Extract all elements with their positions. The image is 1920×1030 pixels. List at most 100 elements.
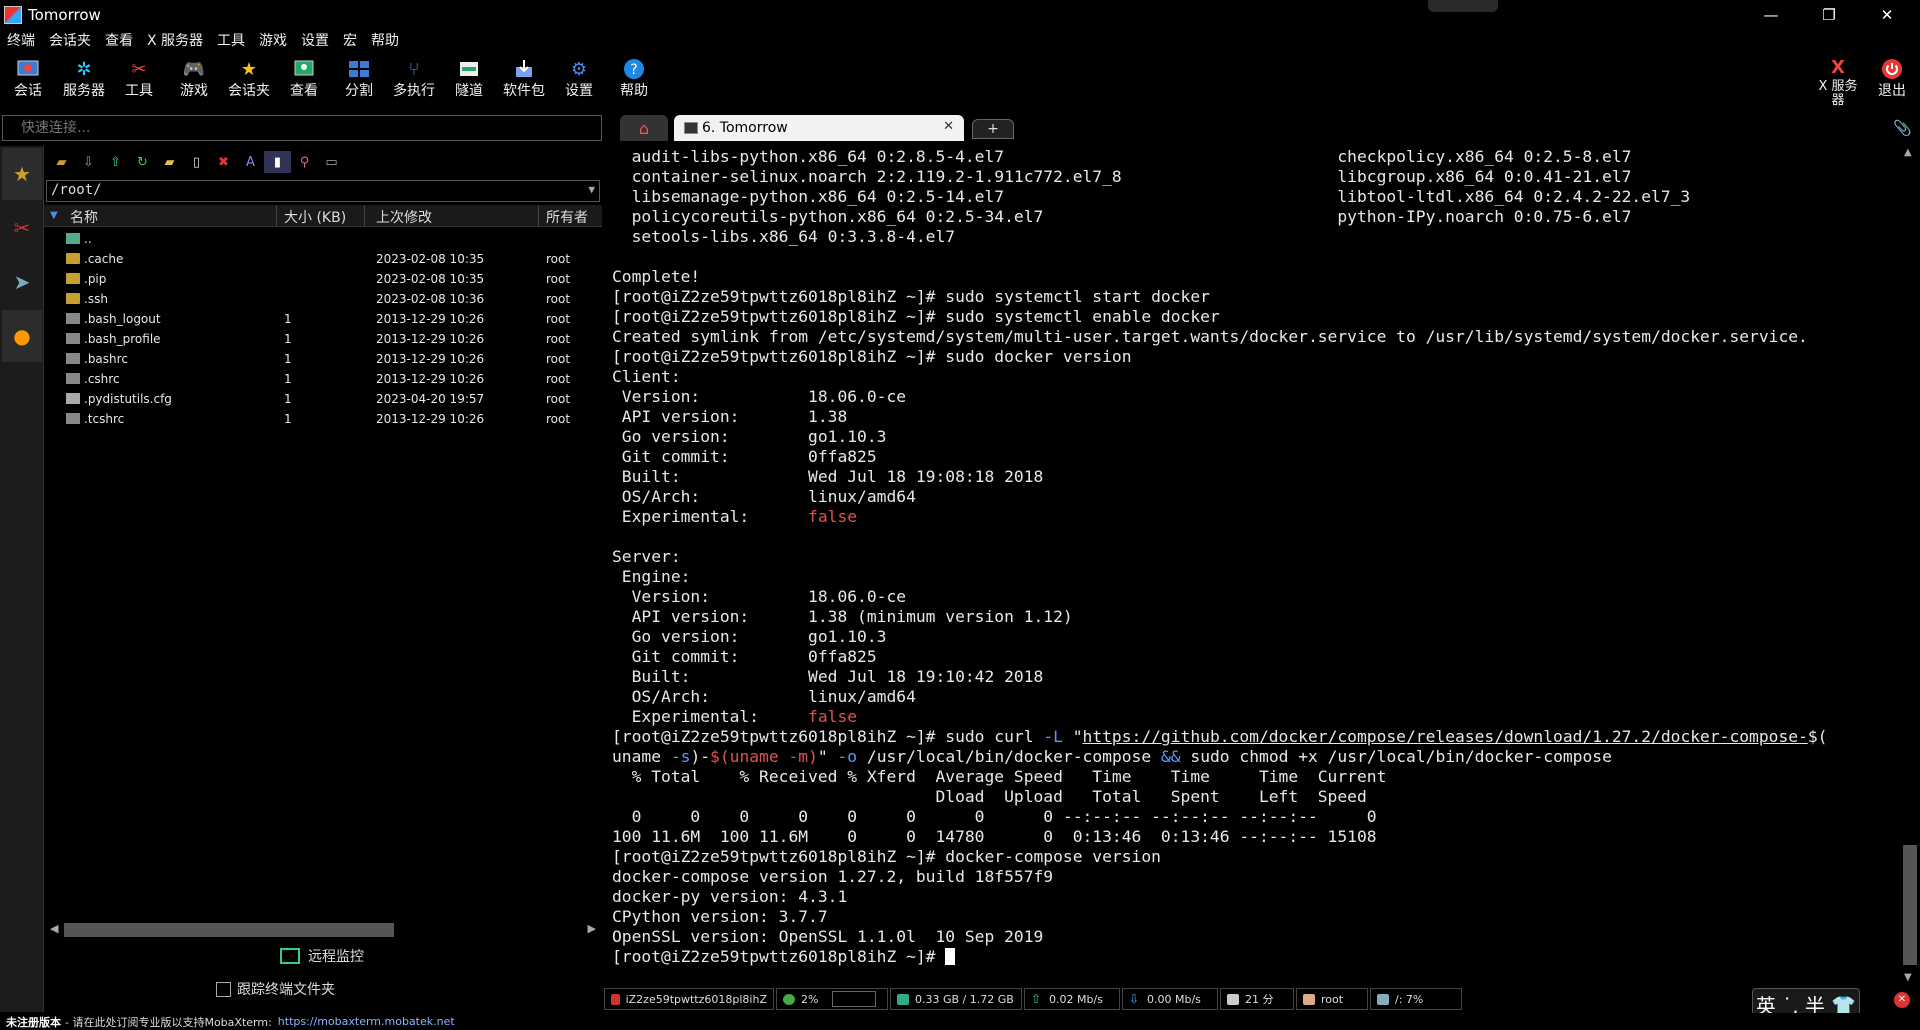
home-tab[interactable]: ⌂	[620, 115, 668, 141]
terminal-line: 100 11.6M 100 11.6M 0 0 14780 0 0:13:46 …	[612, 827, 1377, 846]
file-row[interactable]: .cshrc 1 2013-12-29 10:26 root	[44, 369, 602, 389]
file-row[interactable]: .bash_profile 1 2013-12-29 10:26 root	[44, 329, 602, 349]
close-button[interactable]: ✕	[1858, 0, 1916, 29]
status-uptime: 21 分	[1220, 988, 1294, 1010]
menu-view[interactable]: 查看	[98, 30, 140, 50]
file-list: .. .cache 2023-02-08 10:35 root .pip 2023-0…	[44, 229, 602, 429]
menu-xserver[interactable]: X 服务器	[140, 30, 210, 50]
servers-button[interactable]: ✲ 服务器	[56, 52, 112, 106]
status-download: ⇩ 0.00 Mb/s	[1122, 988, 1218, 1010]
show-hidden-icon[interactable]: ▮	[264, 151, 291, 173]
file-row[interactable]: ..	[44, 229, 602, 249]
paperclip-icon[interactable]: 📎	[1893, 119, 1912, 137]
file-row[interactable]: .bashrc 1 2013-12-29 10:26 root	[44, 349, 602, 369]
tunnel-button[interactable]: 隧道	[441, 52, 497, 106]
follow-terminal-folder-checkbox[interactable]: 跟踪终端文件夹	[216, 979, 335, 999]
terminal-line: [root@iZ2ze59tpwttz6018pl8ihZ ~]# sudo d…	[612, 347, 1132, 366]
menu-tools[interactable]: 工具	[210, 30, 252, 50]
file-row[interactable]: .cache 2023-02-08 10:35 root	[44, 249, 602, 269]
clock-icon	[1227, 993, 1239, 1005]
sftp-side-tab[interactable]: ●	[2, 310, 42, 362]
terminal-line: uname -s)-$(uname -m)" -o /usr/local/bin…	[612, 747, 1612, 766]
parent-folder-icon[interactable]: ▰	[48, 151, 75, 173]
split-button[interactable]: 分割	[331, 52, 387, 106]
help-button[interactable]: ? 帮助	[606, 52, 662, 106]
menu-terminal[interactable]: 终端	[0, 30, 42, 50]
vertical-scrollbar[interactable]: ▲ ▼	[1900, 145, 1920, 985]
properties-icon[interactable]: ⚲	[291, 151, 318, 173]
terminal-line: Created symlink from /etc/systemd/system…	[612, 327, 1808, 346]
terminal-line: API version: 1.38 (minimum version 1.12)	[612, 607, 1073, 626]
remote-monitor-button[interactable]: 远程监控	[280, 946, 364, 966]
column-modified[interactable]: 上次修改	[376, 207, 432, 227]
restore-button[interactable]: ❐	[1800, 0, 1858, 29]
scroll-left-icon[interactable]: ◀	[50, 922, 58, 935]
website-link[interactable]: https://mobaxterm.mobatek.net	[278, 1015, 455, 1028]
file-icon	[66, 353, 80, 364]
terminal-line: Git commit: 0ffa825	[612, 647, 877, 666]
close-icon[interactable]: ✕	[1894, 992, 1910, 1008]
status-host: iZ2ze59tpwttz6018pl8ihZ	[604, 988, 774, 1010]
scroll-thumb[interactable]	[1903, 845, 1917, 965]
split-icon	[347, 57, 371, 81]
new-folder-icon[interactable]: ▰	[156, 151, 183, 173]
scroll-right-icon[interactable]: ▶	[588, 922, 596, 935]
session-button[interactable]: 会话	[0, 52, 56, 106]
delete-icon[interactable]: ✖	[210, 151, 237, 173]
session-icon	[16, 57, 40, 81]
chevron-down-icon[interactable]: ▼	[588, 183, 595, 196]
file-row[interactable]: .pydistutils.cfg 1 2023-04-20 19:57 root	[44, 389, 602, 409]
view-button[interactable]: 查看	[276, 52, 332, 106]
download-icon[interactable]: ⇩	[75, 151, 102, 173]
upload-icon[interactable]: ⇧	[102, 151, 129, 173]
menu-help[interactable]: 帮助	[364, 30, 406, 50]
checkbox-icon[interactable]	[216, 981, 231, 997]
column-name[interactable]: 名称	[70, 207, 98, 227]
quick-connect-input[interactable]	[2, 115, 602, 141]
terminal-folder-icon[interactable]: ▭	[318, 151, 345, 173]
menu-settings[interactable]: 设置	[294, 30, 336, 50]
new-tab-button[interactable]: +	[972, 119, 1014, 139]
scroll-up-icon[interactable]: ▲	[1904, 147, 1912, 158]
packages-button[interactable]: 软件包	[496, 52, 552, 106]
terminal-output[interactable]: audit-libs-python.x86_64 0:2.8.5-4.el7 c…	[604, 145, 1900, 985]
refresh-icon[interactable]: ↻	[129, 151, 156, 173]
xserver-button[interactable]: X X 服务 器	[1810, 52, 1866, 108]
column-owner[interactable]: 所有者	[546, 207, 588, 227]
file-icon	[66, 393, 80, 404]
macros-side-tab[interactable]: ➤	[2, 256, 42, 308]
column-size[interactable]: 大小 (KB)	[284, 207, 346, 227]
path-field[interactable]: /root/ ▼	[46, 180, 600, 202]
menu-sessions[interactable]: 会话夹	[42, 30, 98, 50]
parent-dir-icon	[66, 233, 80, 244]
file-toolbar: ▰ ⇩ ⇧ ↻ ▰ ▯ ✖ A ▮ ⚲ ▭	[48, 150, 345, 174]
horizontal-scrollbar[interactable]: ◀ ▶	[48, 922, 598, 938]
close-tab-icon[interactable]: ✕	[943, 119, 954, 134]
collapse-icon[interactable]: ▼	[50, 210, 58, 221]
settings-button[interactable]: ⚙ 设置	[551, 52, 607, 106]
title-grip[interactable]	[1428, 0, 1498, 12]
sessions-side-tab[interactable]: ★	[2, 148, 42, 200]
rename-icon[interactable]: A	[237, 151, 264, 173]
menu-macros[interactable]: 宏	[336, 30, 364, 50]
tools-button[interactable]: ✂ 工具	[111, 52, 167, 106]
new-file-icon[interactable]: ▯	[183, 151, 210, 173]
session-tab[interactable]: 6. Tomorrow ✕	[674, 115, 964, 141]
file-row[interactable]: .ssh 2023-02-08 10:36 root	[44, 289, 602, 309]
status-cpu: 2%	[776, 988, 888, 1010]
file-row[interactable]: .bash_logout 1 2013-12-29 10:26 root	[44, 309, 602, 329]
terminal-line: Dload Upload Total Spent Left Speed	[612, 787, 1367, 806]
menu-games[interactable]: 游戏	[252, 30, 294, 50]
terminal-line: Server:	[612, 547, 681, 566]
scroll-thumb[interactable]	[64, 923, 394, 937]
games-button[interactable]: 🎮 游戏	[166, 52, 222, 106]
scroll-down-icon[interactable]: ▼	[1904, 972, 1912, 983]
sessions-folder-button[interactable]: ★ 会话夹	[221, 52, 277, 106]
file-row[interactable]: .tcshrc 1 2013-12-29 10:26 root	[44, 409, 602, 429]
file-row[interactable]: .pip 2023-02-08 10:35 root	[44, 269, 602, 289]
multiexec-button[interactable]: ⑂ 多执行	[386, 52, 442, 106]
terminal-line: audit-libs-python.x86_64 0:2.8.5-4.el7 c…	[612, 147, 1632, 166]
tools-side-tab[interactable]: ✂	[2, 202, 42, 254]
exit-button[interactable]: 退出	[1864, 52, 1920, 106]
minimize-button[interactable]: —	[1742, 0, 1800, 29]
